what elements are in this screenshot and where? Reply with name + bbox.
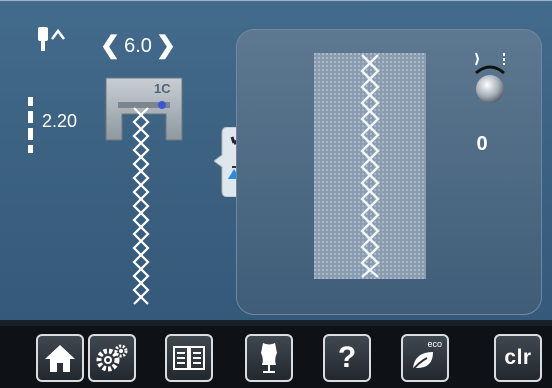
- dressmaker-dummy-icon: [261, 343, 277, 373]
- home-icon: [45, 345, 75, 372]
- chevron-right-icon[interactable]: ❯: [156, 34, 176, 58]
- thread-tension-value: 0: [476, 133, 488, 155]
- bottom-toolbar: ? eco clr: [0, 326, 552, 388]
- presser-foot-icon[interactable]: [100, 76, 190, 316]
- eco-button[interactable]: eco: [401, 334, 449, 382]
- help-icon: ?: [337, 341, 357, 374]
- chevron-left-icon[interactable]: ❮: [100, 34, 120, 58]
- stitch-length-value: 2.20: [42, 111, 78, 131]
- needle-up-icon[interactable]: [32, 23, 82, 57]
- presser-foot-label: 1C: [154, 81, 171, 96]
- needle-position-control[interactable]: ❮ 6.0 ❯: [100, 33, 200, 59]
- clear-icon: clr: [504, 346, 532, 369]
- needle-position-value: 6.0: [124, 34, 152, 57]
- manual-button[interactable]: [165, 334, 213, 382]
- stitch-length-icon[interactable]: [26, 97, 36, 153]
- clear-button[interactable]: clr: [494, 334, 542, 382]
- settings-icon: [96, 344, 128, 372]
- eco-label: eco: [427, 339, 442, 349]
- tension-dial-icon[interactable]: [470, 47, 510, 107]
- creative-consultant-button[interactable]: [245, 334, 293, 382]
- sewing-screen: ❮ 6.0 ❯ 2.20 1C 0: [0, 0, 552, 321]
- manual-book-icon: [173, 346, 205, 370]
- settings-button[interactable]: [88, 334, 136, 382]
- help-button[interactable]: ?: [323, 334, 371, 382]
- stitch-preview: [314, 53, 426, 279]
- home-button[interactable]: [36, 334, 84, 382]
